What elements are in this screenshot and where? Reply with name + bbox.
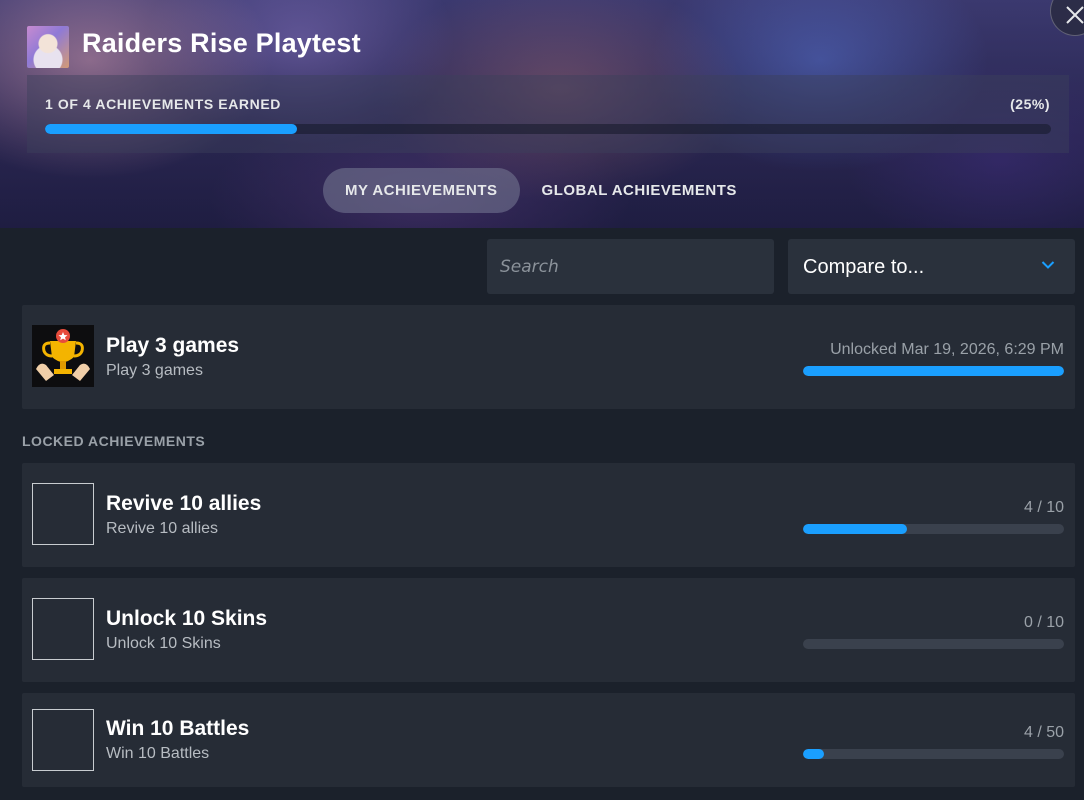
achievement-progress-count: 0 / 10 [1023,614,1064,631]
overall-progress-fill [45,124,297,134]
achievement-row-locked[interactable]: Unlock 10 Skins Unlock 10 Skins 0 / 10 [22,578,1075,682]
achievement-description: Unlock 10 Skins [106,635,221,652]
achievement-progress-panel: 1 OF 4 ACHIEVEMENTS EARNED (25%) [27,75,1069,153]
achievement-progress-bar [803,366,1064,376]
achievement-tabs: MY ACHIEVEMENTS GLOBAL ACHIEVEMENTS [323,168,759,213]
achievement-unlock-date: Unlocked Mar 19, 2026, 6:29 PM [830,341,1064,358]
achievement-progress-bar [803,749,1064,759]
achievement-progress-bar [803,639,1064,649]
achievement-row-locked[interactable]: Win 10 Battles Win 10 Battles 4 / 50 [22,693,1075,787]
game-title: Raiders Rise Playtest [82,28,361,58]
search-input[interactable] [487,239,774,294]
achievement-row-unlocked[interactable]: Play 3 games Play 3 games Unlocked Mar 1… [22,305,1075,409]
achievements-percent: (25%) [1010,96,1050,112]
game-icon [27,26,69,68]
tab-my-achievements[interactable]: MY ACHIEVEMENTS [323,168,520,213]
achievement-row-locked[interactable]: Revive 10 allies Revive 10 allies 4 / 10 [22,463,1075,567]
achievement-title: Revive 10 allies [106,492,262,515]
achievement-progress-count: 4 / 10 [1023,499,1064,516]
compare-to-label: Compare to... [803,256,925,278]
overall-progress-bar [45,124,1051,134]
achievement-progress-fill [803,366,1064,376]
locked-achievements-heading: LOCKED ACHIEVEMENTS [22,433,206,449]
locked-achievement-icon [32,709,94,771]
achievement-progress-bar [803,524,1064,534]
locked-achievement-icon [32,598,94,660]
locked-achievement-icon [32,483,94,545]
achievement-title: Unlock 10 Skins [106,607,268,630]
tab-global-achievements[interactable]: GLOBAL ACHIEVEMENTS [520,168,759,213]
close-icon [1066,6,1084,24]
compare-to-dropdown[interactable]: Compare to... [788,239,1075,294]
achievements-earned-label: 1 OF 4 ACHIEVEMENTS EARNED [45,96,282,112]
achievement-description: Win 10 Battles [106,745,210,762]
achievement-title: Play 3 games [106,334,240,357]
achievement-progress-fill [803,524,908,534]
trophy-icon [32,325,94,387]
chevron-down-icon [1041,261,1055,269]
achievement-description: Revive 10 allies [106,520,219,537]
achievement-title: Win 10 Battles [106,717,250,740]
achievement-progress-fill [803,749,824,759]
achievement-progress-count: 4 / 50 [1023,724,1064,741]
achievement-description: Play 3 games [106,362,203,379]
